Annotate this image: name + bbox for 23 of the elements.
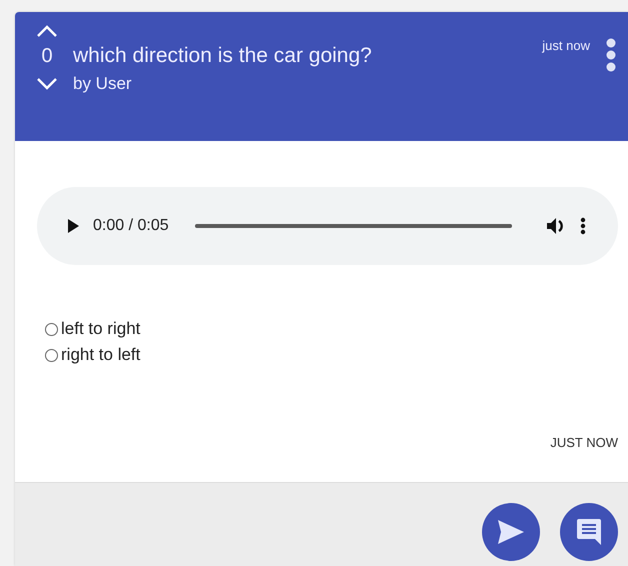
option-label: left to right <box>61 319 140 339</box>
radio-button[interactable] <box>45 322 58 336</box>
post-title: which direction is the car going? <box>73 44 373 68</box>
radio-button[interactable] <box>45 348 58 362</box>
play-icon <box>67 219 79 233</box>
more-button[interactable] <box>580 217 586 235</box>
downvote-button[interactable] <box>35 77 59 91</box>
speaker-icon <box>546 217 566 235</box>
comment-icon <box>576 518 602 546</box>
post-author: by User <box>73 74 133 94</box>
timestamp: JUST NOW <box>550 435 618 450</box>
post-time: just now <box>542 38 590 53</box>
option-label: right to left <box>61 345 140 365</box>
play-button[interactable] <box>67 219 79 233</box>
more-vertical-icon <box>606 38 616 72</box>
more-vertical-icon <box>580 217 586 235</box>
chevron-down-icon <box>36 77 58 91</box>
volume-button[interactable] <box>546 217 566 235</box>
vote-count: 0 <box>41 44 53 68</box>
chevron-up-icon <box>36 24 58 38</box>
upvote-button[interactable] <box>35 24 59 38</box>
send-icon <box>497 518 525 544</box>
playback-time: 0:00 / 0:05 <box>93 217 169 235</box>
